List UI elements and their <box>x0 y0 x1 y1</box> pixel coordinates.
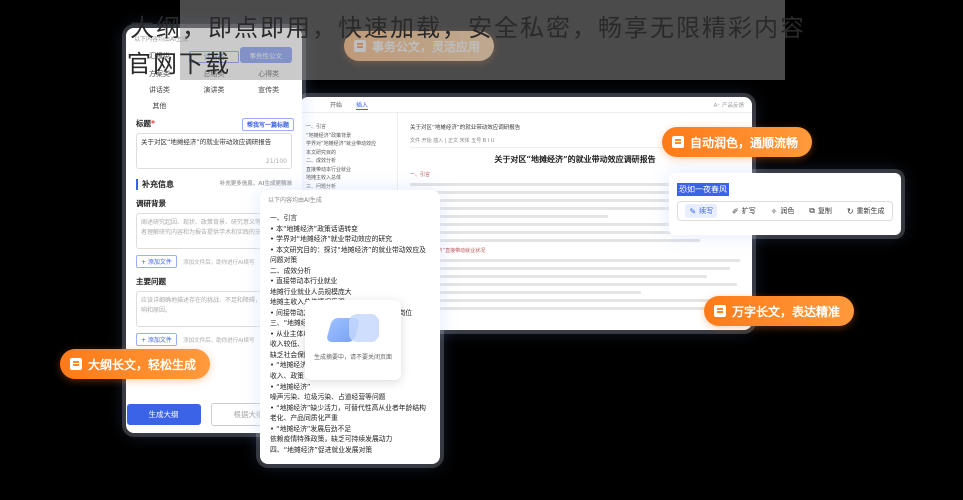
outline-item[interactable]: 一、引言 <box>306 123 391 132</box>
ai-action-popup: 恐如一夜春风 ✎ 续写 ✐ 扩写 ✧ 润色 ⧉ 复制 ↻ 重新生成 <box>669 173 901 235</box>
outline-item[interactable]: 二、成效分析 <box>306 157 391 166</box>
add-file-hint: 添加文件后，助你进行AI续写 <box>183 260 255 266</box>
pill-label: 万字长文，表达精准 <box>732 304 841 319</box>
editor-toolbar: 开始 插入 <box>300 97 752 113</box>
pill-outline-generate: 大纲长文，轻松生成 <box>60 349 211 379</box>
outline-item[interactable]: 直接带动本行业就业 <box>306 166 391 175</box>
pill-label: 大纲长文，轻松生成 <box>88 357 197 372</box>
output-line: • “地摊经济”缺少活力，可替代性高从业者年龄结构老化、产品同质化严重 <box>270 403 426 423</box>
loading-logo-icon <box>323 312 383 346</box>
polish-icon: ✧ <box>770 206 778 216</box>
outline-item[interactable]: 学界对“地摊经济”就业带动效应 <box>306 140 391 149</box>
action-polish[interactable]: ✧ 润色 <box>771 206 795 216</box>
output-line: • “地摊经济”发展后劲不足 <box>270 424 352 433</box>
doc-body-lines-2 <box>410 259 740 310</box>
expand-icon: ✐ <box>732 206 739 216</box>
title-label: 标题* 帮我写一篇标题 <box>136 118 294 131</box>
generate-outline-button[interactable]: 生成大纲 <box>126 403 201 425</box>
feedback-link[interactable]: A⁺ 产品反馈 <box>714 101 744 109</box>
category-tab[interactable]: 宣传类 <box>243 85 294 95</box>
output-line: • 直接带动本行业就业 <box>270 277 338 286</box>
add-file-button-2[interactable]: + 添加文件 <box>136 333 177 346</box>
pill-long-text: 万字长文，表达精准 <box>704 296 855 326</box>
output-line: • 本“地摊经济”政策话语转变 <box>270 224 358 233</box>
book-icon <box>714 305 726 317</box>
pill-label: 自动润色，通顺流畅 <box>690 135 799 150</box>
pen-icon: ✎ <box>689 206 697 216</box>
banner-text-line2[interactable]: 官网下载 <box>127 44 231 79</box>
category-tab[interactable]: 演讲类 <box>189 85 240 95</box>
banner-text-line1: 大纲，即点即用，快速加载，安全私密，畅享无限精彩内容 <box>130 14 806 42</box>
title-input[interactable]: 关于对区“地摊经济”的就业带动效应调研报告 21/100 <box>136 133 292 169</box>
action-label: 扩写 <box>741 207 756 215</box>
output-line: • “地摊经济” <box>270 382 311 391</box>
extra-info-hint: 补充更多信息，AI生成更精准 <box>219 181 292 187</box>
action-label: 重新生成 <box>856 207 885 215</box>
copy-icon: ⧉ <box>809 206 815 215</box>
action-label: 续写 <box>699 207 714 215</box>
ai-hint: 以下内容均由AI生成 <box>268 197 322 204</box>
tab-insert[interactable]: 插入 <box>356 100 369 110</box>
action-label: 润色 <box>780 207 795 215</box>
title-char-count: 21/100 <box>265 158 287 165</box>
category-tab[interactable]: 讲话类 <box>134 85 185 95</box>
outline-item[interactable]: 地摊主收入总体 <box>306 174 391 183</box>
output-line: 一、引言 <box>270 214 298 222</box>
document-icon <box>70 358 82 370</box>
pill-auto-polish: 自动润色，通顺流畅 <box>662 127 813 157</box>
output-line: 二、成效分析 <box>270 266 311 275</box>
write-title-button[interactable]: 帮我写一篇标题 <box>241 118 294 131</box>
ai-action-bar: ✎ 续写 ✐ 扩写 ✧ 润色 ⧉ 复制 ↻ 重新生成 <box>677 201 893 221</box>
outline-item[interactable]: 本文研究目的 <box>306 149 391 158</box>
tab-start[interactable]: 开始 <box>330 100 342 109</box>
action-label: 复制 <box>817 207 832 215</box>
output-line: • 学界对“地摊经济”就业带动效应的研究 <box>270 235 392 244</box>
output-line: 依赖疫情特殊政策，缺乏可持续发展动力 <box>270 435 393 444</box>
add-file-hint-2: 添加文件后，助你进行AI续写 <box>183 338 255 344</box>
regenerate-icon: ↻ <box>846 206 854 216</box>
action-regenerate[interactable]: ↻ 重新生成 <box>847 206 885 216</box>
selected-text[interactable]: 恐如一夜春风 <box>677 183 729 196</box>
ai-output-panel: 以下内容均由AI生成 一、引言 • 本“地摊经济”政策话语转变 • 学界对“地摊经济… <box>260 190 440 464</box>
generating-overlay: 生成摘要中，请不要关闭页面 <box>305 300 401 380</box>
output-line: • 本文研究目的：探讨“地摊经济”的就业带动效应及问题对策 <box>270 245 426 265</box>
action-copy[interactable]: ⧉ 复制 <box>809 206 832 216</box>
output-line: 四、“地摊经济”促进就业发展对策 <box>270 445 373 454</box>
generating-text: 生成摘要中，请不要关闭页面 <box>313 354 392 361</box>
action-expand[interactable]: ✐ 扩写 <box>732 206 756 216</box>
extra-info-heading: 补充信息 补充更多信息，AI生成更精准 <box>136 179 292 190</box>
doc-subhead-2: 二、“地摊经济”直接带动就业状况 <box>410 248 486 254</box>
outline-item[interactable]: “地摊经济”政策背景 <box>306 132 391 141</box>
add-file-button[interactable]: + 添加文件 <box>136 255 177 268</box>
output-line: 噪声污染、垃圾污染、占道经营等问题 <box>270 393 386 402</box>
polish-icon <box>672 136 684 148</box>
action-pen[interactable]: ✎ 续写 <box>685 204 718 218</box>
output-line: 地摊行业就业人员规模庞大 <box>270 287 352 296</box>
